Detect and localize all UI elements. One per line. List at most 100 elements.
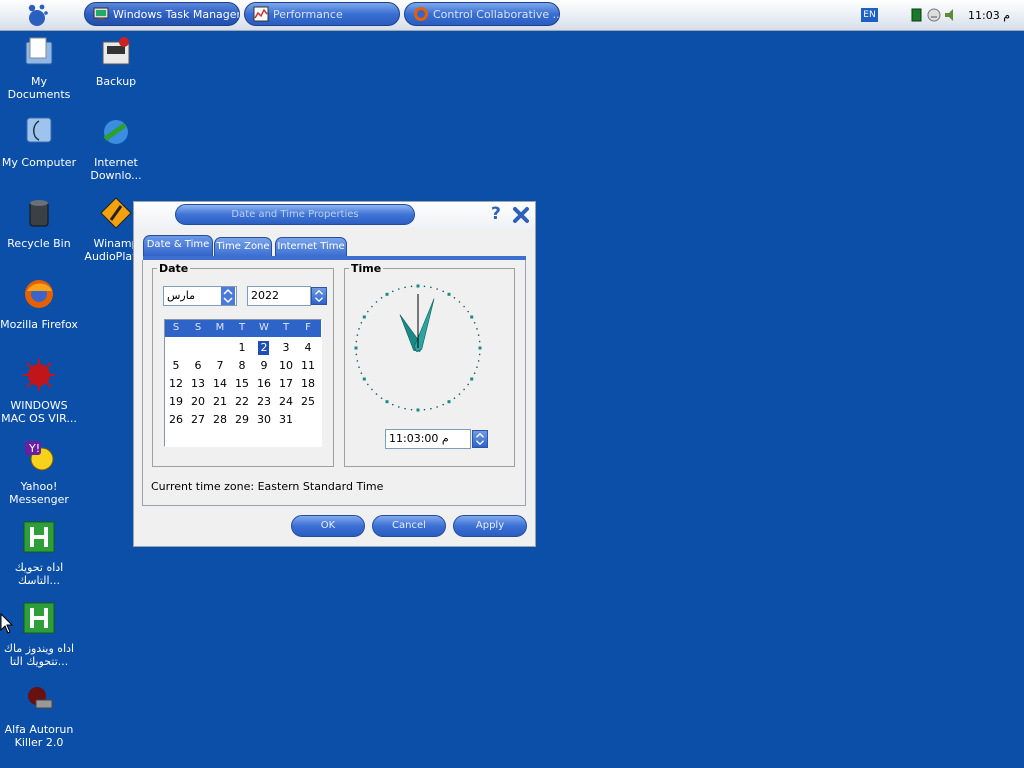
calendar-day[interactable]: 18: [297, 377, 319, 391]
clock-minute-hand: [413, 298, 435, 353]
apply-button[interactable]: Apply: [453, 515, 527, 537]
winamp-icon: [100, 197, 132, 229]
calendar-day[interactable]: 10: [275, 359, 297, 373]
close-icon[interactable]: [511, 205, 531, 225]
calendar-day[interactable]: 25: [297, 395, 319, 409]
desktop-icon-label: My Documents: [7, 75, 71, 101]
clock-minute-mark: [442, 403, 445, 406]
year-input[interactable]: 2022: [247, 286, 311, 306]
current-time-zone-label: Current time zone: Eastern Standard Time: [151, 480, 384, 493]
volume-icon[interactable]: [944, 8, 958, 22]
desktop-icon-label: Recycle Bin: [7, 237, 71, 250]
weekday-label: F: [305, 322, 311, 333]
clock-minute-mark: [398, 406, 400, 408]
desktop-icon-yahoo-messenger[interactable]: Y! Yahoo! Messenger: [0, 439, 78, 506]
clock-minute-mark: [442, 290, 445, 293]
smiley-icon[interactable]: [927, 8, 941, 22]
clock-minute-mark: [355, 340, 358, 343]
clock-hour-mark: [385, 400, 389, 404]
taskbar-firefox-button[interactable]: Control Collaborative ...: [404, 2, 560, 26]
date-time-properties-dialog: Date and Time Properties ? Date & Time T…: [133, 201, 536, 547]
calendar-day[interactable]: 12: [165, 377, 187, 391]
date-group-label: Date: [159, 262, 189, 275]
clock-minute-mark: [478, 353, 481, 356]
desktop-icon-my-documents[interactable]: My Documents: [0, 34, 78, 101]
calendar-day[interactable]: 13: [187, 377, 209, 391]
ok-button[interactable]: OK: [291, 515, 365, 537]
clock-hour-mark: [416, 408, 420, 412]
month-dropdown-icon[interactable]: [221, 287, 235, 305]
calendar-day[interactable]: 8: [231, 359, 253, 373]
clock-minute-mark: [356, 360, 359, 362]
desktop-icon-recycle-bin[interactable]: Recycle Bin: [0, 196, 78, 250]
taskbar-task-manager-button[interactable]: Windows Task Manager: [84, 2, 240, 26]
calendar-day[interactable]: 27: [187, 413, 209, 427]
calendar-day[interactable]: 24: [275, 395, 297, 409]
desktop-icon-backup[interactable]: Backup: [77, 34, 155, 88]
svg-text:Y!: Y!: [28, 442, 40, 455]
folder-documents-icon: [25, 37, 53, 65]
desktop-icon-alfa-autorun-killer[interactable]: Alfa Autorun Killer 2.0: [0, 682, 78, 749]
my-computer-icon: [26, 117, 52, 143]
calendar-day[interactable]: 17: [275, 377, 297, 391]
calendar-day[interactable]: 29: [231, 413, 253, 427]
desktop-icon-mozilla-firefox[interactable]: Mozilla Firefox: [0, 277, 78, 331]
calendar-day[interactable]: 15: [231, 377, 253, 391]
language-indicator[interactable]: EN: [861, 8, 878, 22]
calendar-day[interactable]: 16: [253, 377, 275, 391]
calendar-day[interactable]: 11: [297, 359, 319, 373]
ok-button-label: OK: [320, 520, 336, 531]
h-app-icon: [23, 602, 55, 634]
calendar-day[interactable]: 19: [165, 395, 187, 409]
h-app-icon: [23, 521, 55, 553]
calendar-day[interactable]: 6: [187, 359, 209, 373]
clock-minute-mark: [367, 310, 369, 313]
calendar-day[interactable]: 4: [297, 341, 319, 355]
desktop-icon-internet-download[interactable]: Internet Downlo...: [77, 115, 155, 182]
clock-minute-mark: [355, 353, 358, 356]
tab-time-zone[interactable]: Time Zone: [214, 237, 272, 256]
desktop-icon-h-app-1[interactable]: اداه تحويك التاسك...: [0, 520, 78, 587]
calendar-day[interactable]: 26: [165, 413, 187, 427]
help-icon[interactable]: ?: [491, 204, 507, 224]
time-input[interactable]: 11:03:00 م: [385, 429, 471, 449]
cancel-button[interactable]: Cancel: [372, 515, 446, 537]
tab-label: Internet Time: [277, 241, 345, 252]
calendar-day[interactable]: 3: [275, 341, 297, 355]
calendar-day[interactable]: 5: [165, 359, 187, 373]
time-spinner-icon[interactable]: [472, 430, 488, 448]
clock-minute-mark: [398, 288, 400, 290]
dialog-titlebar[interactable]: Date and Time Properties ?: [134, 202, 535, 228]
cancel-button-label: Cancel: [392, 520, 426, 531]
calendar-day[interactable]: 2: [253, 341, 275, 355]
calendar-day[interactable]: 20: [187, 395, 209, 409]
tab-internet-time[interactable]: Internet Time: [275, 237, 347, 256]
time-group-label: Time: [351, 262, 382, 275]
calendar-day[interactable]: 28: [209, 413, 231, 427]
taskbar-performance-button[interactable]: Performance: [244, 2, 400, 26]
clock-minute-mark: [458, 301, 461, 303]
calendar-weekday-header: S S M T W T F: [165, 320, 321, 337]
tab-date-time[interactable]: Date & Time: [143, 235, 213, 257]
calendar-day[interactable]: 9: [253, 359, 275, 373]
calendar-day[interactable]: 23: [253, 395, 275, 409]
desktop-icon-my-computer[interactable]: My Computer: [0, 115, 78, 169]
calendar-day[interactable]: 31: [275, 413, 297, 427]
desktop-icon-windows-mac-os[interactable]: WINDOWS MAC OS VIR...: [0, 358, 78, 425]
firefox-icon: [25, 280, 53, 308]
start-menu-icon[interactable]: [24, 3, 50, 29]
clock-minute-mark: [430, 407, 432, 410]
weekday-label: M: [215, 322, 225, 333]
calendar-day[interactable]: 22: [231, 395, 253, 409]
calendar-day[interactable]: 30: [253, 413, 275, 427]
taskbar-clock[interactable]: م 11:03: [968, 9, 1010, 22]
clock-hour-mark: [478, 346, 482, 350]
year-spinner-icon[interactable]: [311, 287, 327, 305]
desktop-icon-label: Yahoo! Messenger: [9, 480, 69, 506]
calendar-day[interactable]: 7: [209, 359, 231, 373]
calendar-day[interactable]: 1: [231, 341, 253, 355]
clock-minute-mark: [430, 286, 432, 289]
calendar-day[interactable]: 14: [209, 377, 231, 391]
calendar-day[interactable]: 21: [209, 395, 231, 409]
network-icon[interactable]: [910, 8, 924, 22]
